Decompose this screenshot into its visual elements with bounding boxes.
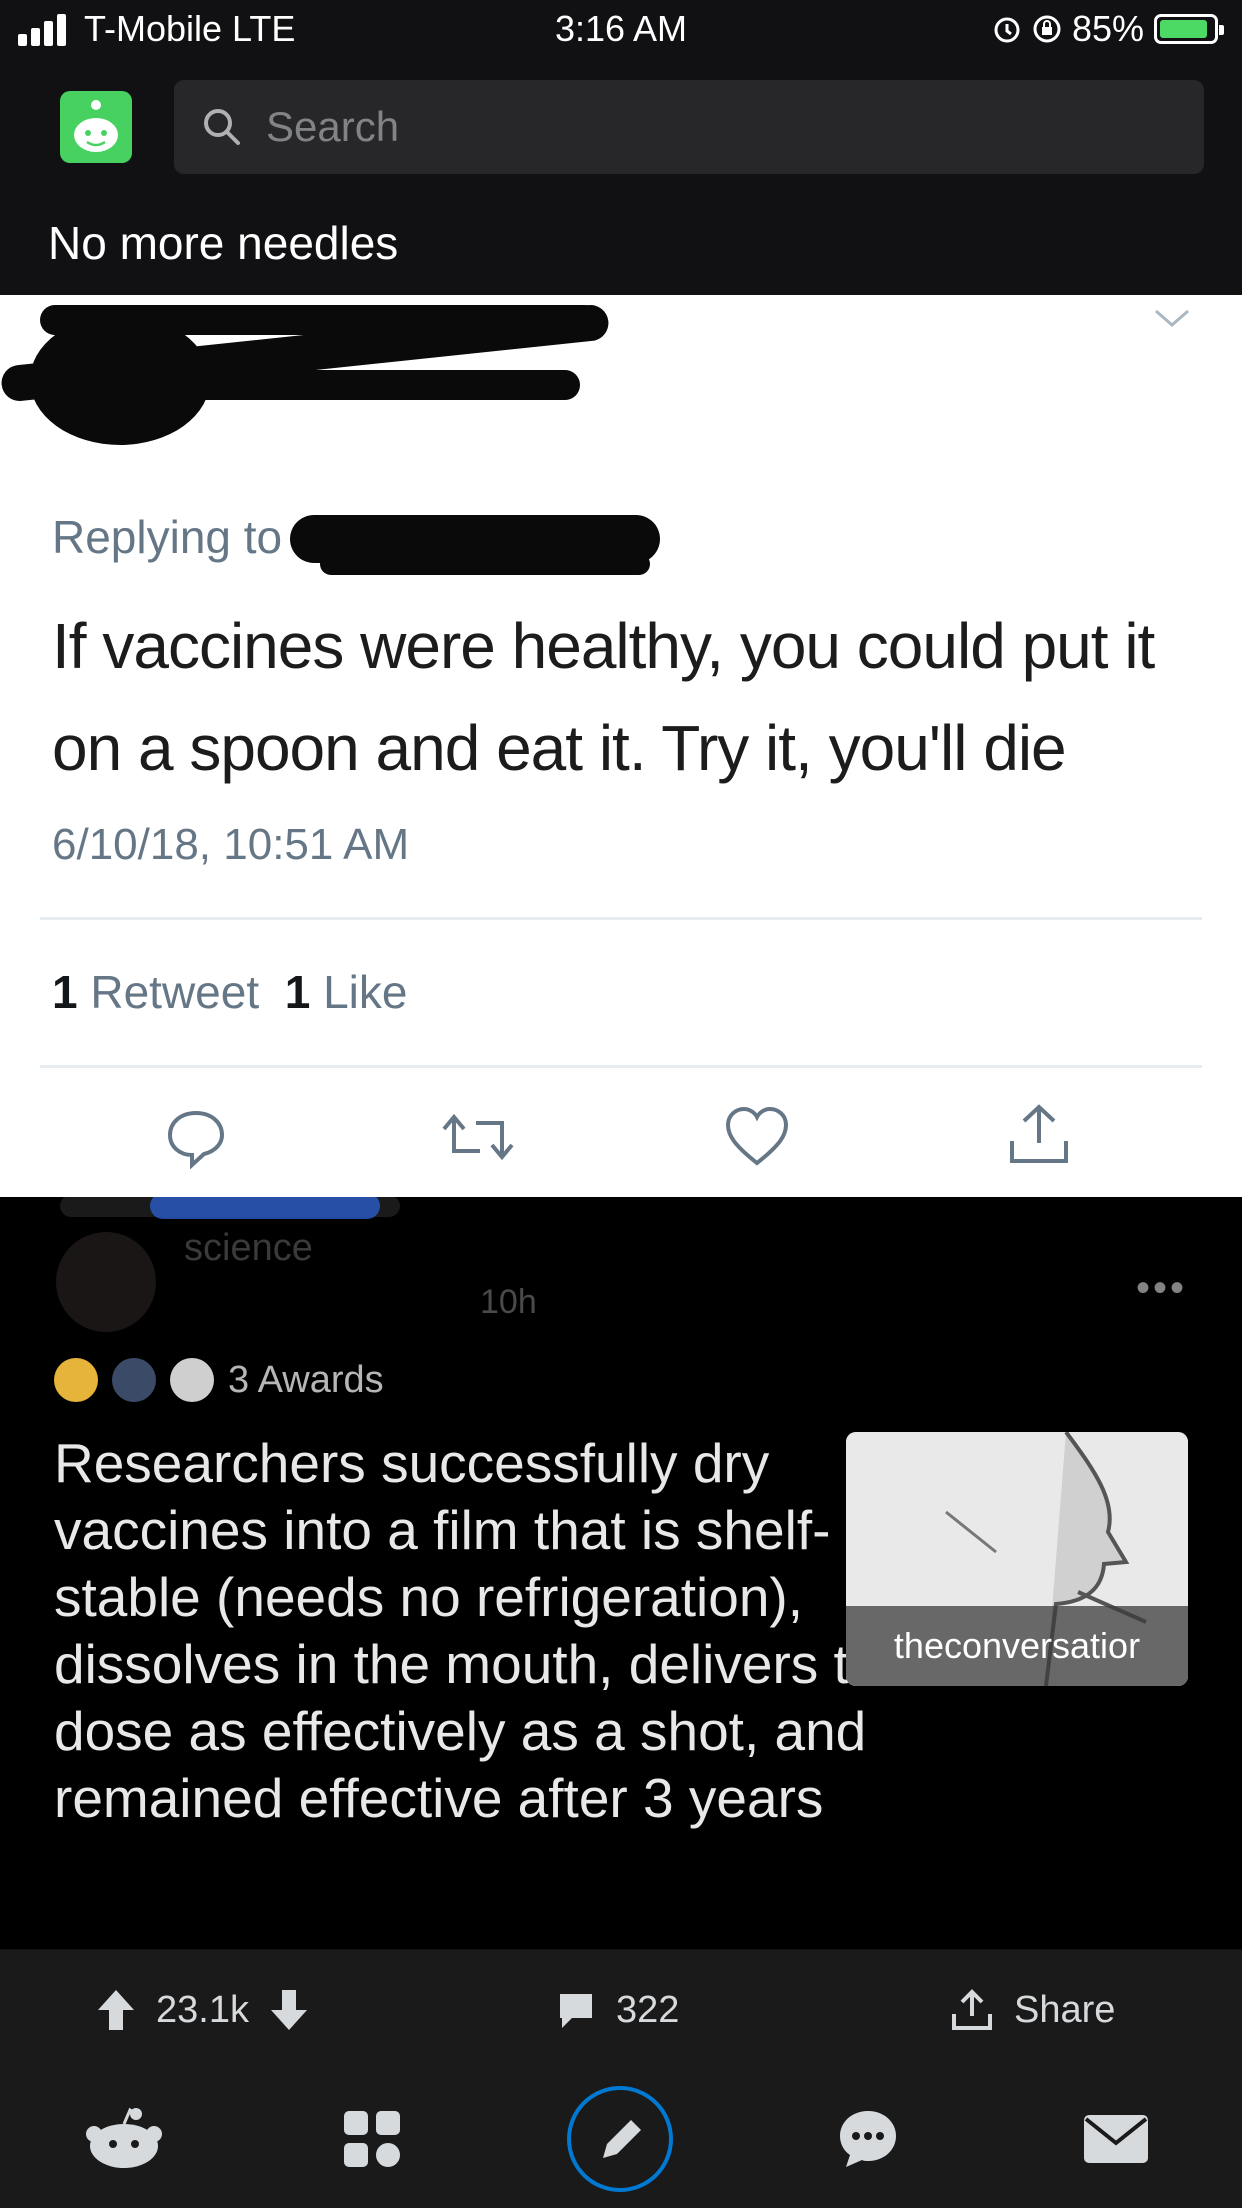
reddit-logo-icon[interactable] xyxy=(60,91,132,163)
share-icon xyxy=(1010,1104,1068,1163)
post-time: 10h xyxy=(480,1283,537,1321)
tweet-text: If vaccines were healthy, you could put … xyxy=(52,610,1155,784)
battery-icon xyxy=(1154,14,1224,44)
search-bar[interactable] xyxy=(174,80,1204,174)
chat-icon xyxy=(840,2111,896,2167)
tab-inbox[interactable] xyxy=(1056,2070,1176,2208)
tab-create-post[interactable] xyxy=(560,2070,680,2208)
communities-icon xyxy=(344,2111,400,2167)
retweet-icon xyxy=(442,1113,514,1161)
tweet-stats: 1 Retweet 1 Like xyxy=(52,965,407,1019)
tweet-timestamp: 6/10/18, 10:51 AM xyxy=(52,820,410,869)
battery-percent: 85% xyxy=(1071,8,1144,49)
divider xyxy=(40,917,1202,920)
awards-row[interactable]: 3 Awards xyxy=(54,1358,384,1402)
reply-icon xyxy=(167,1110,225,1169)
tab-home[interactable] xyxy=(64,2070,184,2208)
share-button[interactable]: Share xyxy=(950,1950,1115,2070)
upvote-icon[interactable] xyxy=(96,1988,136,2032)
post-title: No more needles xyxy=(48,217,399,269)
retweet-count: 1 xyxy=(52,966,78,1018)
search-input[interactable] xyxy=(264,102,1168,152)
tab-chat[interactable] xyxy=(808,2070,928,2208)
redaction-scribble xyxy=(40,305,600,335)
post-image-tweet[interactable]: Replying to If vaccines were healthy, yo… xyxy=(0,295,1242,1197)
share-icon xyxy=(952,1989,992,2030)
awards-count: 3 Awards xyxy=(228,1358,384,1401)
redaction-scribble xyxy=(150,1197,380,1219)
create-post-icon xyxy=(567,2086,673,2192)
avatar[interactable] xyxy=(56,1232,156,1332)
retweet-label: Retweet xyxy=(90,966,260,1018)
redaction-scribble xyxy=(320,553,650,575)
divider xyxy=(40,1065,1202,1068)
award-gold-icon xyxy=(54,1358,98,1402)
chevron-down-icon xyxy=(1155,309,1189,327)
search-icon xyxy=(204,109,240,145)
more-options-icon[interactable]: ••• xyxy=(1136,1266,1187,1311)
vote-controls: 23.1k xyxy=(96,1950,309,2070)
crosspost-title[interactable]: Researchers successfully dry vaccines in… xyxy=(54,1430,934,1832)
thumbnail-domain: theconversatior xyxy=(846,1606,1188,1686)
like-label: Like xyxy=(323,966,408,1018)
heart-icon xyxy=(725,1106,789,1166)
redaction-scribble xyxy=(60,370,580,400)
rotation-lock-icon xyxy=(1033,15,1061,43)
bottom-tab-bar xyxy=(0,2070,1242,2208)
post-action-bar: 23.1k 322 Share xyxy=(0,1950,1242,2070)
tab-communities[interactable] xyxy=(312,2070,432,2208)
like-count: 1 xyxy=(284,966,311,1018)
share-label: Share xyxy=(1014,1988,1116,2031)
downvote-icon[interactable] xyxy=(269,1988,309,2032)
comments-button[interactable]: 322 xyxy=(556,1950,679,2070)
inbox-icon xyxy=(1084,2115,1148,2163)
link-thumbnail[interactable]: theconversatior xyxy=(846,1432,1188,1686)
status-bar: T-Mobile LTE 3:16 AM 85% xyxy=(0,0,1242,60)
home-icon xyxy=(86,2107,162,2168)
comment-count: 322 xyxy=(616,1988,680,2031)
status-right: 85% xyxy=(992,8,1224,50)
comment-icon xyxy=(560,1994,592,2028)
replying-to-label: Replying to xyxy=(52,511,283,563)
award-silver-icon xyxy=(170,1358,214,1402)
subreddit-name[interactable]: science xyxy=(184,1227,313,1270)
alarm-icon xyxy=(994,17,1020,43)
vote-count: 23.1k xyxy=(156,1988,249,2031)
award-figure-icon xyxy=(112,1358,156,1402)
